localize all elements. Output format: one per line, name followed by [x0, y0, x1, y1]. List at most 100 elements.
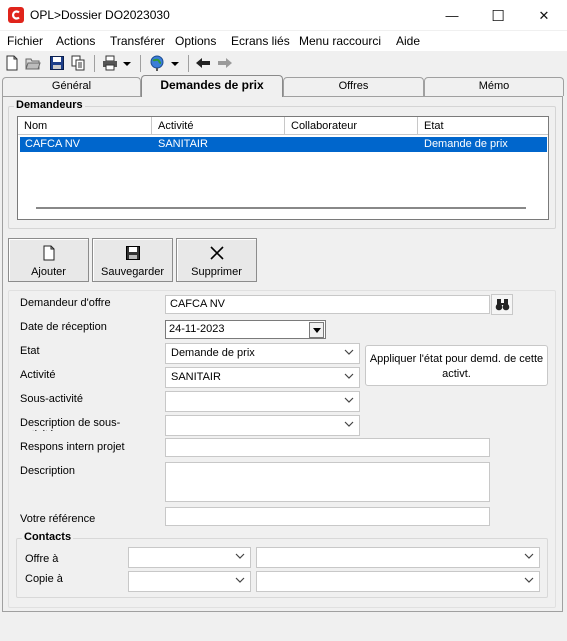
delete-button-label: Supprimer [191, 266, 242, 278]
copie-contact-detail-select[interactable] [256, 571, 540, 592]
apply-state-button[interactable]: Appliquer l'état pour demd. de cette act… [365, 345, 548, 386]
date-value: 24-11-2023 [169, 323, 225, 335]
chevron-down-icon[interactable] [170, 55, 180, 71]
chevron-down-icon [235, 577, 245, 583]
title-bar: OPL>Dossier DO2023030 — ☐ ✕ [0, 0, 567, 31]
column-header-nom[interactable]: Nom [18, 117, 152, 135]
column-header-activite[interactable]: Activité [152, 117, 285, 135]
back-arrow-icon[interactable] [195, 55, 211, 71]
maximize-button[interactable]: ☐ [475, 0, 521, 31]
menu-bar: Fichier Actions Transférer Options Ecran… [0, 31, 567, 51]
horizontal-scrollbar[interactable] [36, 207, 526, 209]
tab-offres-label: Offres [338, 80, 369, 92]
tab-strip: Général Demandes de prix Offres Mémo [0, 75, 567, 97]
save-button-label: Sauvegarder [101, 266, 164, 278]
sous-activite-label: Sous-activité [20, 393, 83, 405]
globe-icon[interactable] [149, 55, 165, 71]
add-button-label: Ajouter [31, 266, 66, 278]
offre-contact-detail-select[interactable] [256, 547, 540, 568]
add-button[interactable]: Ajouter [8, 238, 89, 282]
table-cell: CAFCA NV [25, 138, 81, 150]
activite-value: SANITAIR [171, 371, 221, 383]
table-row[interactable]: CAFCA NV SANITAIR Demande de prix [20, 137, 547, 152]
menu-actions[interactable]: Actions [56, 34, 95, 48]
menu-fichier[interactable]: Fichier [7, 34, 43, 48]
chevron-down-icon [235, 553, 245, 559]
description-activite-select[interactable] [165, 415, 360, 436]
open-folder-icon[interactable] [25, 55, 41, 71]
delete-button[interactable]: Supprimer [176, 238, 257, 282]
chevron-down-icon [313, 328, 321, 333]
chevron-down-icon [524, 577, 534, 583]
tab-general-label: Général [51, 80, 92, 92]
table-cell: SANITAIR [158, 138, 208, 150]
forward-arrow-icon[interactable] [217, 55, 233, 71]
activite-label: Activité [20, 369, 56, 381]
chevron-down-icon [344, 397, 354, 403]
toolbar-separator [94, 55, 95, 72]
chevron-down-icon[interactable] [122, 55, 132, 71]
save-icon [125, 246, 140, 260]
activite-select[interactable]: SANITAIR [165, 367, 360, 388]
offre-contact-select[interactable] [128, 547, 251, 568]
column-header-collaborateur[interactable]: Collaborateur [285, 117, 418, 135]
description-activite-label: Description de sous-activité [20, 417, 121, 431]
menu-aide[interactable]: Aide [396, 34, 420, 48]
close-button[interactable]: ✕ [521, 0, 567, 31]
contacts-title: Contacts [22, 531, 74, 543]
etat-select[interactable]: Demande de prix [165, 343, 360, 364]
demandeurs-list[interactable]: Nom Activité Collaborateur Etat CAFCA NV… [17, 116, 549, 220]
tab-memo-label: Mémo [478, 80, 510, 92]
responsable-label: Respons intern projet [20, 441, 125, 453]
sous-activite-select[interactable] [165, 391, 360, 412]
table-cell: Demande de prix [424, 138, 508, 150]
description-label: Description [20, 465, 76, 477]
demandeur-field[interactable]: CAFCA NV [165, 295, 490, 314]
print-icon[interactable] [102, 55, 118, 71]
date-picker[interactable]: 24-11-2023 [165, 320, 326, 339]
toolbar [0, 51, 567, 76]
app-logo-icon [8, 7, 24, 23]
menu-options[interactable]: Options [175, 34, 216, 48]
tab-offres[interactable]: Offres [283, 77, 424, 96]
demandeur-label: Demandeur d'offre [20, 297, 111, 309]
chevron-down-icon [344, 373, 354, 379]
search-button[interactable] [491, 294, 513, 315]
tab-demandes-de-prix-label: Demandes de prix [160, 78, 264, 92]
responsable-field[interactable] [165, 438, 490, 457]
menu-raccourci[interactable]: Menu raccourci [299, 34, 381, 48]
chevron-down-icon [524, 553, 534, 559]
date-label: Date de réception [20, 321, 107, 333]
chevron-down-icon [344, 421, 354, 427]
copy-icon[interactable] [70, 55, 86, 71]
offre-label: Offre à [25, 553, 59, 565]
minimize-button[interactable]: — [429, 0, 475, 31]
etat-value: Demande de prix [171, 347, 255, 359]
description-field[interactable] [165, 462, 490, 502]
chevron-down-icon [344, 349, 354, 355]
minimize-icon: — [445, 8, 459, 23]
maximize-icon: ☐ [491, 7, 505, 25]
toolbar-separator [140, 55, 141, 72]
menu-transferer[interactable]: Transférer [110, 34, 165, 48]
binoculars-icon [495, 299, 510, 311]
new-document-icon [43, 245, 54, 261]
new-document-icon[interactable] [4, 55, 20, 71]
reference-field[interactable] [165, 507, 490, 526]
save-icon[interactable] [49, 55, 65, 71]
date-dropdown-button[interactable] [309, 322, 324, 338]
copie-contact-select[interactable] [128, 571, 251, 592]
tab-memo[interactable]: Mémo [424, 77, 564, 96]
menu-ecrans-lies[interactable]: Ecrans liés [231, 34, 290, 48]
reference-label: Votre référence [20, 513, 96, 525]
save-button[interactable]: Sauvegarder [92, 238, 173, 282]
tab-general[interactable]: Général [2, 77, 141, 96]
window-title: OPL>Dossier DO2023030 [30, 8, 170, 22]
copie-label: Copie à [25, 573, 63, 585]
close-icon [209, 246, 224, 260]
column-header-etat[interactable]: Etat [418, 117, 548, 135]
etat-label: Etat [20, 345, 40, 357]
tab-demandes-de-prix[interactable]: Demandes de prix [141, 75, 283, 97]
demandeurs-title: Demandeurs [14, 99, 85, 111]
toolbar-separator [188, 55, 189, 72]
